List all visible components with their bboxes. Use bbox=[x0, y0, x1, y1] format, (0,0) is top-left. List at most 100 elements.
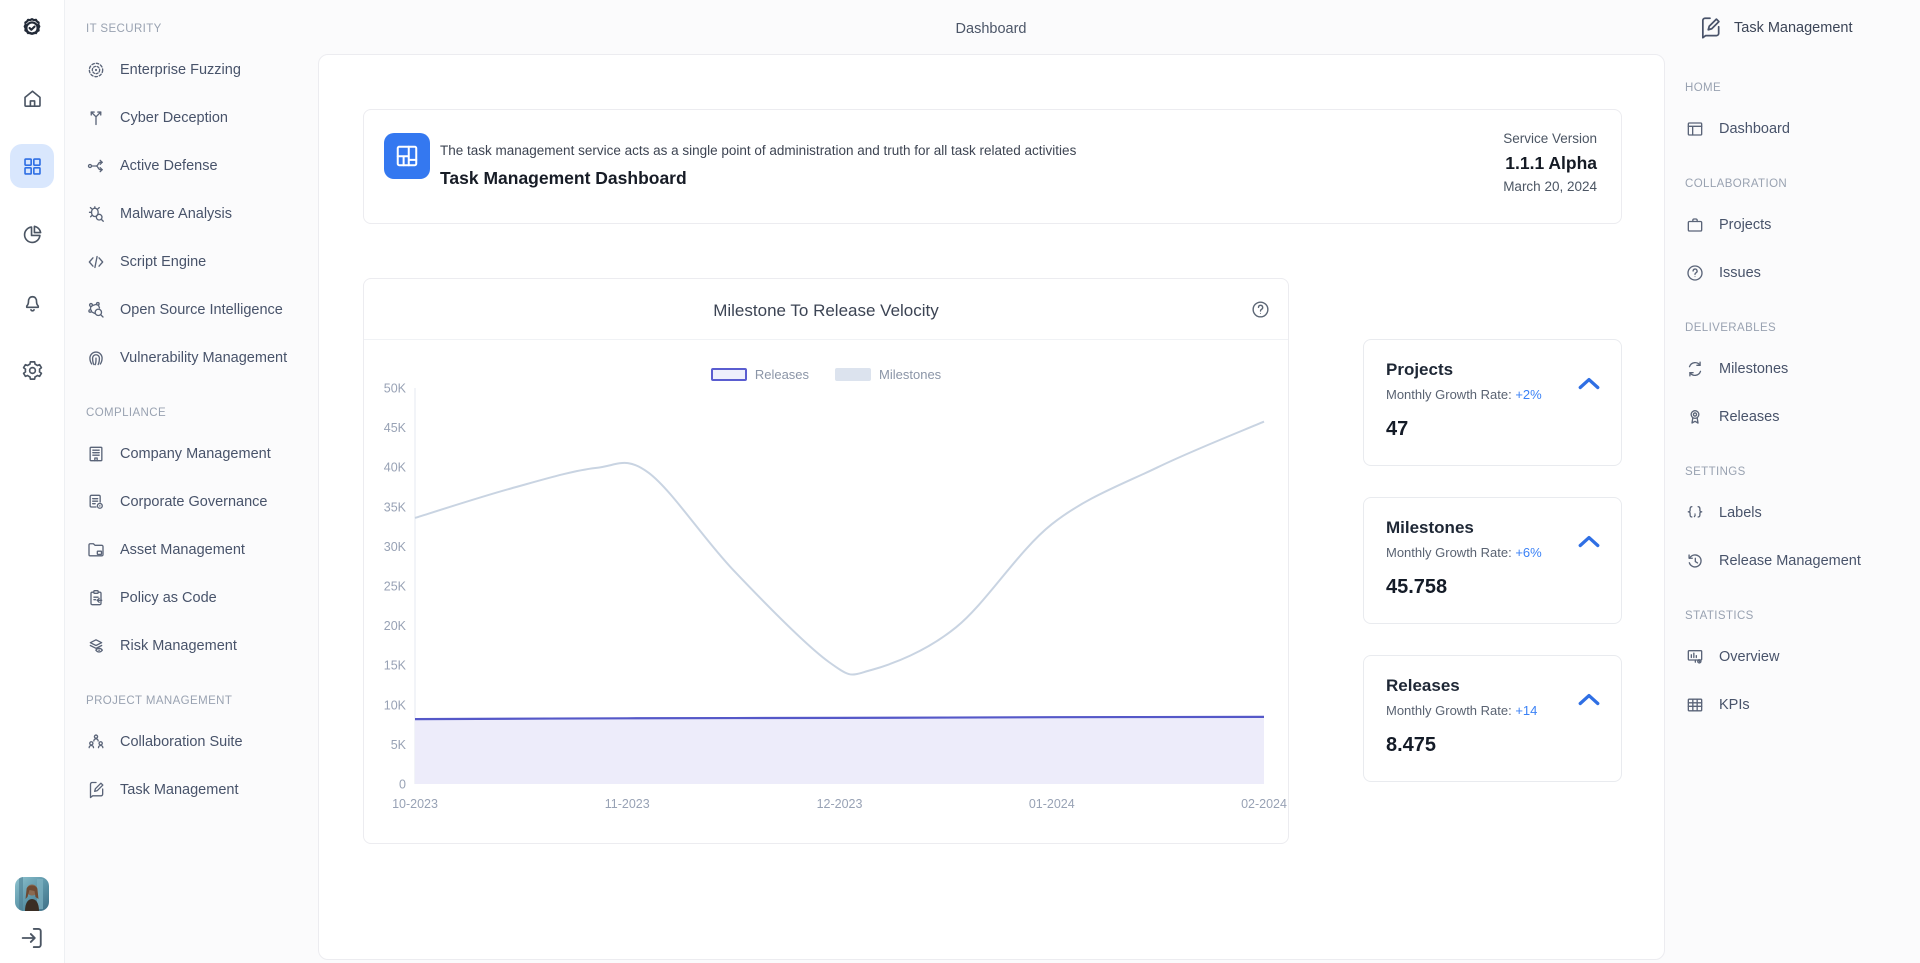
sidebar-item-collaboration-suite[interactable]: Collaboration Suite bbox=[86, 718, 310, 766]
item-label: Releases bbox=[1719, 409, 1779, 425]
stat-growth-value: +6% bbox=[1515, 545, 1541, 560]
clipboard-code-icon bbox=[86, 588, 106, 608]
line-chart[interactable]: 05K10K15K20K25K30K35K40K45K50K10-202311-… bbox=[364, 382, 1288, 824]
sidebar-item-open-source-intelligence[interactable]: Open Source Intelligence bbox=[86, 286, 310, 334]
sidebar-item-projects[interactable]: Projects bbox=[1685, 201, 1915, 249]
svg-text:12-2023: 12-2023 bbox=[817, 797, 863, 811]
collapse-chevron-up-icon[interactable] bbox=[1575, 370, 1603, 390]
sidebar-item-releases[interactable]: Releases bbox=[1685, 393, 1915, 441]
sidebar-item-company-management[interactable]: Company Management bbox=[86, 430, 310, 478]
sidebar-item-overview[interactable]: Overview bbox=[1685, 633, 1915, 681]
collapse-chevron-up-icon[interactable] bbox=[1575, 528, 1603, 548]
section-header: DELIVERABLES bbox=[1685, 320, 1915, 336]
target-icon bbox=[86, 60, 106, 80]
sidebar-item-vulnerability-management[interactable]: Vulnerability Management bbox=[86, 334, 310, 382]
people-icon bbox=[86, 732, 106, 752]
gear-icon bbox=[21, 359, 44, 382]
right-sidebar: HOMEDashboardCOLLABORATIONProjectsIssues… bbox=[1685, 80, 1915, 752]
user-avatar[interactable] bbox=[15, 877, 49, 911]
collapse-chevron-up-icon[interactable] bbox=[1575, 686, 1603, 706]
item-label: Milestones bbox=[1719, 361, 1788, 377]
svg-text:02-2024: 02-2024 bbox=[1241, 797, 1287, 811]
app-logo[interactable] bbox=[16, 13, 48, 45]
help-circle-icon[interactable] bbox=[1250, 299, 1271, 320]
sidebar-item-risk-management[interactable]: Risk Management bbox=[86, 622, 310, 670]
nav-section-settings: SETTINGS Labels Release Management bbox=[1685, 464, 1915, 585]
svg-text:01-2024: 01-2024 bbox=[1029, 797, 1075, 811]
bug-search-icon bbox=[86, 204, 106, 224]
section-header: COMPLIANCE bbox=[86, 405, 310, 421]
nav-section-project-management: PROJECT MANAGEMENT Collaboration SuiteTas… bbox=[86, 693, 310, 814]
section-header: COLLABORATION bbox=[1685, 176, 1915, 192]
item-label: Cyber Deception bbox=[120, 110, 228, 126]
stat-title: Projects bbox=[1386, 360, 1599, 380]
award-icon bbox=[1685, 407, 1705, 427]
nav-section-collaboration: COLLABORATION ProjectsIssues bbox=[1685, 176, 1915, 297]
branch-arrows-icon bbox=[86, 108, 106, 128]
sidebar-item-task-management[interactable]: Task Management bbox=[86, 766, 310, 814]
rail-item-gear[interactable] bbox=[10, 348, 54, 392]
sidebar-item-corporate-governance[interactable]: Corporate Governance bbox=[86, 478, 310, 526]
rail-item-apps-grid[interactable] bbox=[10, 144, 54, 188]
sidebar-item-cyber-deception[interactable]: Cyber Deception bbox=[86, 94, 310, 142]
help-circle-icon bbox=[1685, 263, 1705, 283]
item-label: Company Management bbox=[120, 446, 271, 462]
item-label: Risk Management bbox=[120, 638, 237, 654]
stat-card-milestones: MilestonesMonthly Growth Rate: +6%45.758 bbox=[1363, 497, 1622, 624]
item-label: Vulnerability Management bbox=[120, 350, 287, 366]
page-title: Task Management Dashboard bbox=[440, 168, 687, 189]
sidebar-item-asset-management[interactable]: Asset Management bbox=[86, 526, 310, 574]
document-gear-icon bbox=[86, 492, 106, 512]
item-label: Active Defense bbox=[120, 158, 218, 174]
avatar-photo bbox=[15, 877, 49, 911]
sidebar-item-enterprise-fuzzing[interactable]: Enterprise Fuzzing bbox=[86, 46, 310, 94]
svg-text:30K: 30K bbox=[384, 540, 407, 554]
shield-check-logo-icon bbox=[16, 13, 48, 45]
sidebar-item-release-management[interactable]: Release Management bbox=[1685, 537, 1915, 585]
help-circle-icon bbox=[1250, 299, 1271, 320]
sidebar-item-dashboard[interactable]: Dashboard bbox=[1685, 105, 1915, 153]
stat-growth: Monthly Growth Rate: +6% bbox=[1386, 545, 1599, 560]
legend-swatch bbox=[711, 368, 747, 381]
section-header: PROJECT MANAGEMENT bbox=[86, 693, 310, 709]
rail-item-home[interactable] bbox=[10, 76, 54, 120]
legend-label: Releases bbox=[755, 367, 809, 382]
section-header: SETTINGS bbox=[1685, 464, 1915, 480]
fingerprint-icon bbox=[86, 348, 106, 368]
logout-button[interactable] bbox=[18, 924, 46, 952]
svg-text:5K: 5K bbox=[391, 738, 407, 752]
velocity-chart-card: Milestone To Release Velocity ReleasesMi… bbox=[363, 278, 1289, 844]
stat-value: 47 bbox=[1386, 418, 1599, 441]
stat-title: Releases bbox=[1386, 676, 1599, 696]
stat-cards-column: ProjectsMonthly Growth Rate: +2%47Milest… bbox=[1363, 339, 1622, 813]
item-label: KPIs bbox=[1719, 697, 1750, 713]
releases-area bbox=[415, 717, 1264, 784]
chart-svg: 05K10K15K20K25K30K35K40K45K50K10-202311-… bbox=[364, 382, 1290, 824]
rail-item-bell[interactable] bbox=[10, 280, 54, 324]
item-label: Labels bbox=[1719, 505, 1762, 521]
sidebar-item-active-defense[interactable]: Active Defense bbox=[86, 142, 310, 190]
stat-growth-value: +2% bbox=[1515, 387, 1541, 402]
stat-title: Milestones bbox=[1386, 518, 1599, 538]
legend-item-releases[interactable]: Releases bbox=[711, 367, 809, 382]
svg-text:25K: 25K bbox=[384, 580, 407, 594]
breadcrumb: Dashboard bbox=[901, 21, 1081, 37]
sidebar-item-labels[interactable]: Labels bbox=[1685, 489, 1915, 537]
dashboard-layout-icon bbox=[392, 141, 422, 171]
sidebar-item-script-engine[interactable]: Script Engine bbox=[86, 238, 310, 286]
topbar-title-label: Task Management bbox=[1734, 20, 1852, 36]
item-label: Open Source Intelligence bbox=[120, 302, 283, 318]
legend-item-milestones[interactable]: Milestones bbox=[835, 367, 941, 382]
sidebar-item-malware-analysis[interactable]: Malware Analysis bbox=[86, 190, 310, 238]
chevron-up-icon bbox=[1575, 370, 1603, 398]
sidebar-item-milestones[interactable]: Milestones bbox=[1685, 345, 1915, 393]
rail-item-pie-chart[interactable] bbox=[10, 212, 54, 256]
item-label: Enterprise Fuzzing bbox=[120, 62, 241, 78]
sidebar-item-kpis[interactable]: KPIs bbox=[1685, 681, 1915, 729]
apps-grid-icon bbox=[21, 155, 44, 178]
stat-growth-value: +14 bbox=[1515, 703, 1537, 718]
sidebar-item-policy-as-code[interactable]: Policy as Code bbox=[86, 574, 310, 622]
sidebar-item-issues[interactable]: Issues bbox=[1685, 249, 1915, 297]
svg-text:11-2023: 11-2023 bbox=[605, 797, 650, 811]
milestones-line bbox=[415, 422, 1264, 675]
